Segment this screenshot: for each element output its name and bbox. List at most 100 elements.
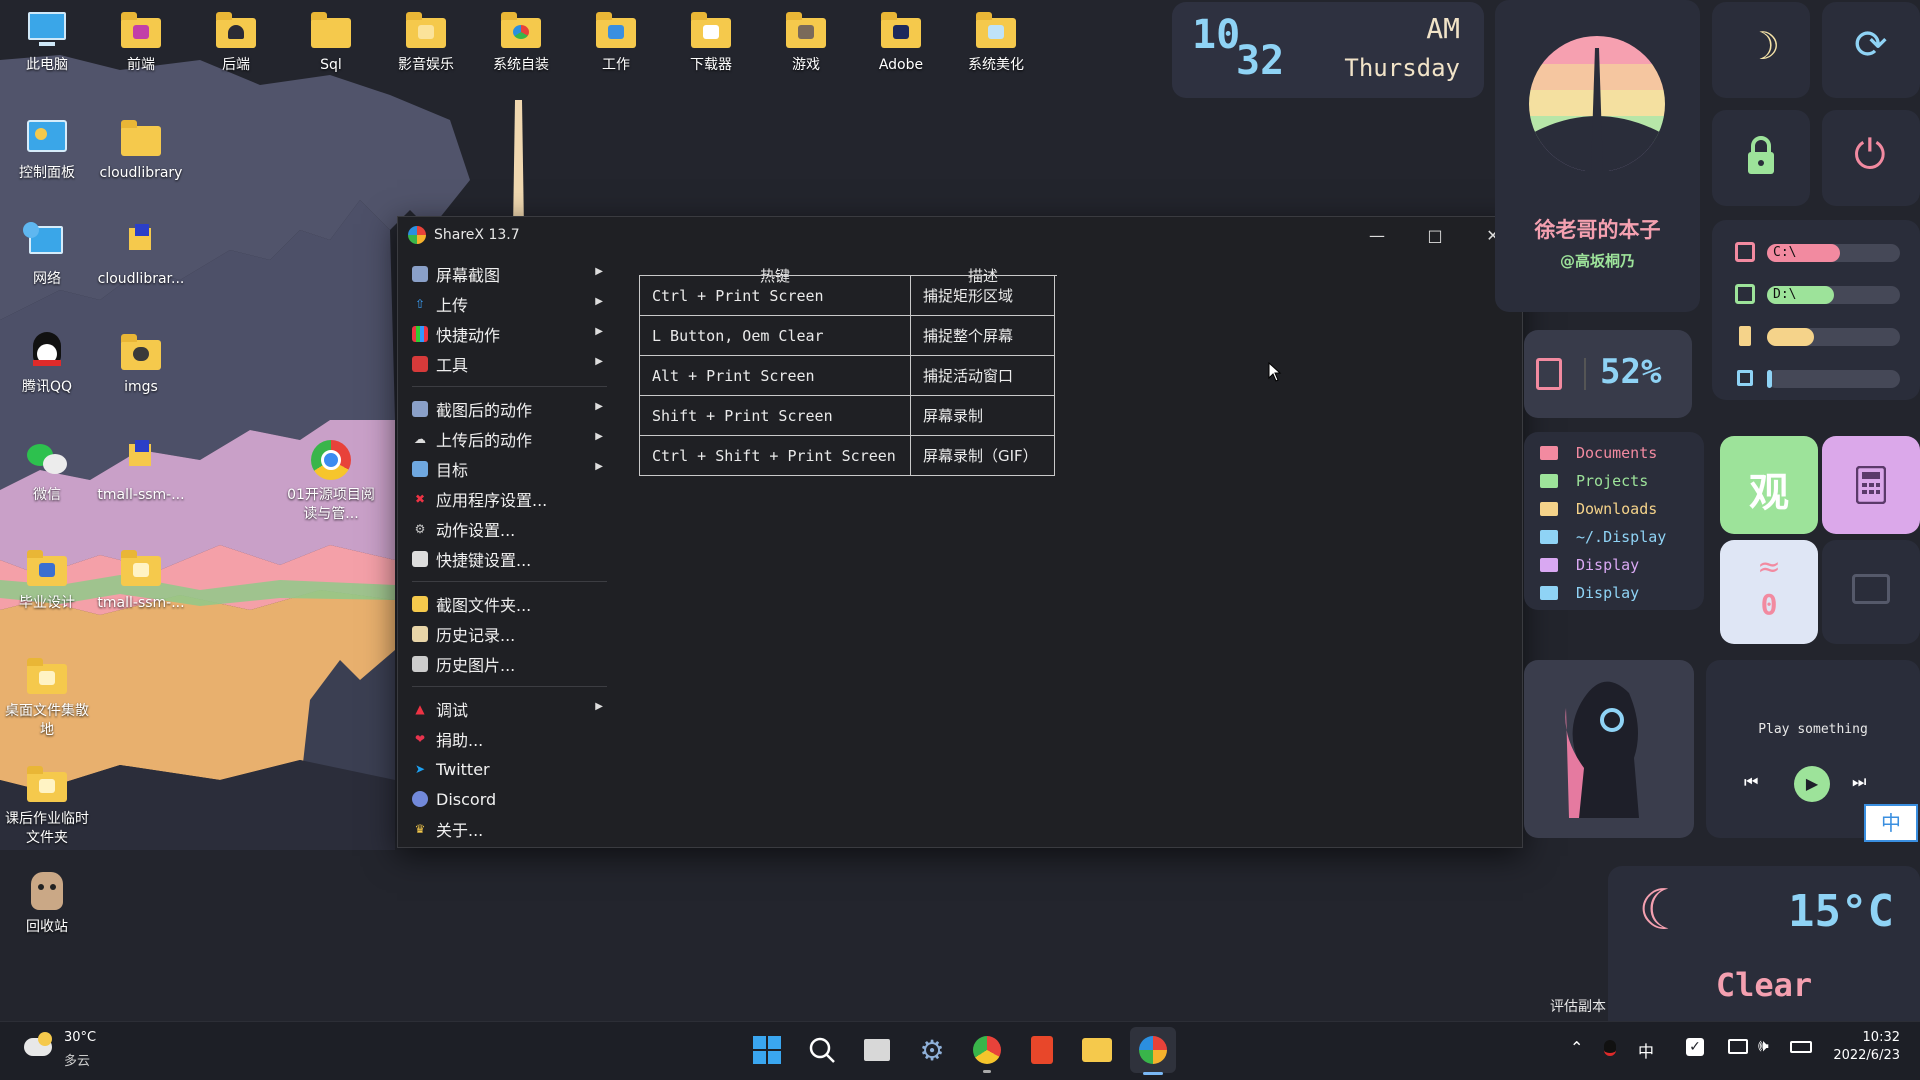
desktop-icon-recycle-bin[interactable]: 回收站 xyxy=(0,872,94,937)
tile-text: 观 xyxy=(1749,470,1789,516)
history-icon xyxy=(412,626,428,642)
desktop-icon-cloudlibrary-file[interactable]: cloudlibrar... xyxy=(94,224,188,289)
menu-item-destinations[interactable]: 目标 ▶ xyxy=(404,454,609,484)
menu-item-debug[interactable]: ▲ 调试 ▶ xyxy=(404,694,609,724)
desktop-icon-cloudlibrary-folder[interactable]: cloudlibrary xyxy=(94,118,188,183)
desktop-icon-media[interactable]: 影音娱乐 xyxy=(379,10,473,75)
desktop-icon-graduation[interactable]: 毕业设计 xyxy=(0,548,94,613)
menu-separator xyxy=(412,686,607,687)
power-button[interactable]: ⏻ xyxy=(1822,110,1920,206)
battery-icon[interactable] xyxy=(1790,1041,1812,1053)
table-row[interactable]: Alt + Print Screen 捕捉活动窗口 xyxy=(639,355,1055,396)
desktop-icon-backend[interactable]: 后端 xyxy=(189,10,283,75)
qq-tray-icon[interactable] xyxy=(1604,1040,1616,1056)
calculator-button[interactable] xyxy=(1822,436,1920,534)
play-button[interactable]: ▶ xyxy=(1794,766,1830,802)
disk-c-bar: C:\ xyxy=(1735,242,1910,264)
folder-link-projects[interactable]: Projects xyxy=(1540,472,1648,490)
description-cell: 屏幕录制 xyxy=(910,395,1055,436)
desktop-icon-qq[interactable]: 腾讯QQ xyxy=(0,332,94,397)
table-row[interactable]: Ctrl + Shift + Print Screen 屏幕录制（GIF） xyxy=(639,435,1055,476)
file-explorer-button[interactable] xyxy=(1080,1033,1114,1067)
settings-taskbar-button[interactable]: ⚙ xyxy=(915,1033,949,1067)
desktop-icon-open-source[interactable]: 01开源项目阅读与管... xyxy=(284,440,378,524)
refresh-button[interactable]: ⟳ xyxy=(1822,2,1920,98)
task-view-button[interactable] xyxy=(860,1033,894,1067)
menu-item-after-upload[interactable]: ☁ 上传后的动作 ▶ xyxy=(404,424,609,454)
table-row[interactable]: Shift + Print Screen 屏幕录制 xyxy=(639,395,1055,436)
menu-item-app-settings[interactable]: ✖ 应用程序设置... xyxy=(404,484,609,514)
lock-button[interactable] xyxy=(1712,110,1810,206)
disk-d-fill: D:\ xyxy=(1767,286,1834,304)
show-hidden-icons-button[interactable]: ⌃ xyxy=(1570,1038,1583,1057)
table-row[interactable]: Ctrl + Print Screen 捕捉矩形区域 xyxy=(639,275,1055,316)
tv-tile[interactable] xyxy=(1822,540,1920,644)
menu-item-twitter[interactable]: ➤ Twitter xyxy=(404,754,609,784)
menu-item-image-history[interactable]: 历史图片... xyxy=(404,649,609,679)
desktop-icon-imgs[interactable]: imgs xyxy=(94,332,188,397)
tile-green[interactable]: 观 xyxy=(1720,436,1818,534)
desktop-icon-games[interactable]: 游戏 xyxy=(759,10,853,75)
folder-link-display-dot[interactable]: ~/.Display xyxy=(1540,528,1666,546)
folder-link-downloads[interactable]: Downloads xyxy=(1540,500,1657,518)
table-row[interactable]: L Button, Oem Clear 捕捉整个屏幕 xyxy=(639,315,1055,356)
ime-indicator[interactable]: 中 xyxy=(1864,804,1918,842)
menu-item-screenshots-folder[interactable]: 截图文件夹... xyxy=(404,589,609,619)
search-icon xyxy=(809,1037,835,1063)
menu-item-quick-actions[interactable]: 快捷动作 ▶ xyxy=(404,319,609,349)
desktop-icon-sql[interactable]: Sql xyxy=(284,10,378,75)
desktop-icon-tmall-file[interactable]: tmall-ssm-... xyxy=(94,440,188,505)
taskbar-clock[interactable]: 10:32 2022/6/23 xyxy=(1820,1030,1920,1063)
folder-link-documents[interactable]: Documents xyxy=(1540,444,1657,462)
ime-tray-indicator[interactable]: 中 xyxy=(1638,1038,1654,1062)
desktop-icon-beautify[interactable]: 系统美化 xyxy=(949,10,1043,75)
desktop-icon-frontend[interactable]: 前端 xyxy=(94,10,188,75)
menu-item-donate[interactable]: ❤ 捐助... xyxy=(404,724,609,754)
menu-item-upload[interactable]: ⇧ 上传 ▶ xyxy=(404,289,609,319)
previous-track-button[interactable]: ⏮ xyxy=(1744,772,1758,792)
window-titlebar[interactable]: ShareX 13.7 — □ ✕ xyxy=(398,217,1522,253)
menu-item-capture[interactable]: 屏幕截图 ▶ xyxy=(404,259,609,289)
desktop-icon-control-panel[interactable]: 控制面板 xyxy=(0,118,94,183)
maximize-button[interactable]: □ xyxy=(1406,217,1464,253)
menu-item-after-capture[interactable]: 截图后的动作 ▶ xyxy=(404,394,609,424)
desktop-icon-downloader[interactable]: 下载器 xyxy=(664,10,758,75)
submenu-arrow-icon: ▶ xyxy=(595,356,603,367)
search-button[interactable] xyxy=(805,1033,839,1067)
wifi-count: 0 xyxy=(1760,588,1778,621)
desktop-icon-wechat[interactable]: 微信 xyxy=(0,440,94,505)
desktop-icon-system-install[interactable]: 系统自装 xyxy=(474,10,568,75)
checkbox-tray-icon[interactable]: ✓ xyxy=(1686,1038,1704,1056)
menu-item-hotkey-settings[interactable]: 快捷键设置... xyxy=(404,544,609,574)
start-button[interactable] xyxy=(750,1033,784,1067)
network-tray-icon[interactable] xyxy=(1728,1039,1748,1054)
menu-item-history[interactable]: 历史记录... xyxy=(404,619,609,649)
desktop-icon-network[interactable]: 网络 xyxy=(0,222,94,289)
sharex-taskbar-button[interactable] xyxy=(1130,1027,1176,1073)
chrome-taskbar-button[interactable] xyxy=(970,1033,1004,1067)
menu-item-task-settings[interactable]: ⚙ 动作设置... xyxy=(404,514,609,544)
office-taskbar-button[interactable] xyxy=(1025,1033,1059,1067)
taskbar-weather[interactable]: 30°C 多云 xyxy=(20,1030,110,1074)
desktop-icon-tmall-folder[interactable]: tmall-ssm-... xyxy=(94,548,188,613)
desktop-icon-desktop-files[interactable]: 桌面文件集散地 xyxy=(0,656,94,740)
folder-link-display-2[interactable]: Display xyxy=(1540,584,1639,602)
desktop-icon-homework[interactable]: 课后作业临时文件夹 xyxy=(0,764,94,848)
desktop-icon-adobe[interactable]: Adobe xyxy=(854,10,948,75)
desktop-icon-work[interactable]: 工作 xyxy=(569,10,663,75)
memory-icon xyxy=(1739,326,1751,346)
menu-item-tools[interactable]: 工具 ▶ xyxy=(404,349,609,379)
submenu-arrow-icon: ▶ xyxy=(595,296,603,307)
volume-icon[interactable]: 🕪 xyxy=(1758,1036,1769,1056)
taskbar-weather-desc: 多云 xyxy=(64,1054,91,1069)
dark-mode-button[interactable]: ☽ xyxy=(1712,2,1810,98)
desktop-icon-this-pc[interactable]: 此电脑 xyxy=(0,10,94,75)
submenu-arrow-icon: ▶ xyxy=(595,266,603,277)
menu-item-discord[interactable]: Discord xyxy=(404,784,609,814)
next-track-button[interactable]: ⏭ xyxy=(1852,772,1866,792)
taskbar-date: 2022/6/23 xyxy=(1833,1048,1900,1063)
minimize-button[interactable]: — xyxy=(1348,217,1406,253)
menu-item-about[interactable]: ♛ 关于... xyxy=(404,814,609,844)
folder-link-display[interactable]: Display xyxy=(1540,556,1639,574)
wifi-tile[interactable]: ≈ 0 xyxy=(1720,540,1818,644)
